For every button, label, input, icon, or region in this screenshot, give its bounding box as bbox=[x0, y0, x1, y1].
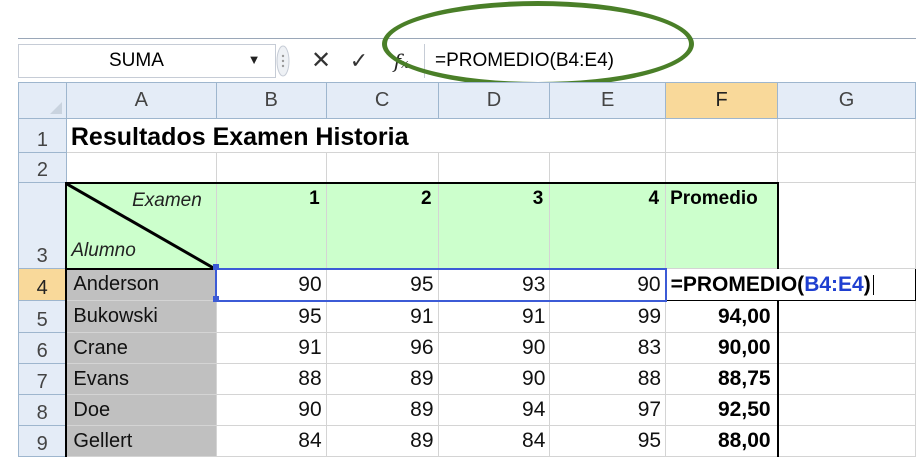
active-cell-editor[interactable]: =PROMEDIO(B4:E4) bbox=[665, 268, 916, 301]
student-name[interactable]: Bukowski bbox=[65, 300, 217, 333]
column-header-b[interactable]: B bbox=[215, 82, 327, 119]
insert-function-icon[interactable]: fx bbox=[384, 44, 418, 78]
score-cell[interactable]: 90 bbox=[437, 332, 551, 364]
average-cell[interactable]: 90,00 bbox=[665, 332, 779, 364]
select-all-corner[interactable] bbox=[18, 82, 67, 119]
chevron-down-icon[interactable]: ▼ bbox=[246, 52, 262, 68]
row-header-3[interactable]: 3 bbox=[18, 182, 67, 269]
exam-header-1[interactable]: 1 bbox=[215, 181, 327, 269]
column-header-c[interactable]: C bbox=[325, 82, 439, 119]
row-header-4[interactable]: 4 bbox=[18, 268, 67, 301]
formula-input[interactable]: =PROMEDIO(B4:E4) bbox=[424, 44, 916, 78]
column-header-d[interactable]: D bbox=[437, 82, 551, 119]
exam-header-3[interactable]: 3 bbox=[437, 181, 551, 269]
score-cell[interactable]: 94 bbox=[437, 394, 551, 426]
cell[interactable] bbox=[777, 394, 916, 426]
row-header-1[interactable]: 1 bbox=[18, 118, 67, 153]
exam-header-2[interactable]: 2 bbox=[325, 181, 439, 269]
cancel-icon[interactable]: ✕ bbox=[310, 46, 332, 76]
spreadsheet-grid: A B C D E F G 1 Resultados Examen Histor… bbox=[18, 82, 916, 458]
score-cell[interactable]: 84 bbox=[215, 425, 327, 457]
cell[interactable] bbox=[549, 118, 667, 153]
cell[interactable] bbox=[665, 152, 779, 183]
range-handle[interactable] bbox=[213, 296, 219, 302]
cell[interactable] bbox=[665, 118, 779, 153]
exam-header-4[interactable]: 4 bbox=[549, 181, 667, 269]
average-cell[interactable]: 88,75 bbox=[665, 363, 779, 395]
formula-reference: B4:E4 bbox=[804, 272, 864, 296]
row-header-8[interactable]: 8 bbox=[18, 394, 67, 426]
column-header-e[interactable]: E bbox=[549, 82, 667, 119]
score-cell[interactable]: 84 bbox=[437, 425, 551, 457]
score-cell[interactable]: 88 bbox=[215, 363, 327, 395]
row-header-6[interactable]: 6 bbox=[18, 332, 67, 364]
score-cell[interactable]: 90 bbox=[215, 394, 327, 426]
cell[interactable] bbox=[777, 300, 916, 333]
score-cell[interactable]: 97 bbox=[549, 394, 667, 426]
column-header-f[interactable]: F bbox=[665, 82, 779, 119]
row-header-2[interactable]: 2 bbox=[18, 152, 67, 183]
score-cell[interactable]: 93 bbox=[437, 267, 551, 302]
cell[interactable] bbox=[777, 118, 916, 153]
formula-bar-grip[interactable] bbox=[276, 44, 290, 78]
formula-prefix: =PROMEDIO( bbox=[670, 272, 805, 296]
cell[interactable] bbox=[777, 363, 916, 395]
column-header-a[interactable]: A bbox=[65, 82, 217, 119]
cell[interactable] bbox=[777, 425, 916, 457]
cell[interactable] bbox=[437, 152, 551, 183]
score-cell[interactable]: 90 bbox=[549, 267, 667, 302]
score-cell[interactable]: 89 bbox=[325, 394, 439, 426]
score-cell[interactable]: 95 bbox=[325, 267, 439, 302]
student-name[interactable]: Anderson bbox=[65, 268, 217, 301]
score-cell[interactable]: 99 bbox=[549, 300, 667, 333]
student-name[interactable]: Crane bbox=[65, 332, 217, 364]
cell[interactable] bbox=[777, 152, 916, 183]
score-cell[interactable]: 95 bbox=[215, 300, 327, 333]
average-cell[interactable]: 92,50 bbox=[665, 394, 779, 426]
row-header-5[interactable]: 5 bbox=[18, 300, 67, 333]
score-cell[interactable]: 96 bbox=[325, 332, 439, 364]
cell[interactable] bbox=[215, 152, 327, 183]
cell[interactable] bbox=[549, 152, 667, 183]
score-cell[interactable]: 89 bbox=[325, 425, 439, 457]
score-cell[interactable]: 90 bbox=[437, 363, 551, 395]
formula-suffix: ) bbox=[863, 272, 871, 296]
score-cell[interactable]: 83 bbox=[549, 332, 667, 364]
text-caret bbox=[872, 274, 874, 295]
score-cell[interactable]: 89 bbox=[325, 363, 439, 395]
score-cell[interactable]: 88 bbox=[549, 363, 667, 395]
score-cell[interactable]: 91 bbox=[215, 332, 327, 364]
score-cell[interactable]: 91 bbox=[437, 300, 551, 333]
header-alumno: Alumno bbox=[71, 239, 136, 261]
name-box[interactable]: SUMA bbox=[18, 44, 276, 78]
enter-check-icon[interactable]: ✓ bbox=[348, 46, 370, 76]
average-cell[interactable]: 94,00 bbox=[665, 300, 779, 333]
cell[interactable] bbox=[65, 152, 217, 183]
score-cell[interactable]: 91 bbox=[325, 300, 439, 333]
column-header-g[interactable]: G bbox=[777, 82, 916, 119]
student-name[interactable]: Doe bbox=[65, 394, 217, 426]
diagonal-header-cell[interactable]: Examen Alumno bbox=[65, 181, 217, 270]
cell[interactable] bbox=[325, 152, 439, 183]
student-name[interactable]: Gellert bbox=[65, 425, 217, 457]
row-header-9[interactable]: 9 bbox=[18, 425, 67, 457]
average-cell[interactable]: 88,00 bbox=[665, 425, 779, 457]
sheet-title[interactable]: Resultados Examen Historia bbox=[65, 118, 550, 153]
range-handle[interactable] bbox=[213, 264, 219, 270]
score-cell[interactable]: 90 bbox=[215, 267, 327, 302]
promedio-header[interactable]: Promedio bbox=[665, 181, 779, 269]
score-cell[interactable]: 95 bbox=[549, 425, 667, 457]
header-examen: Examen bbox=[132, 189, 202, 211]
student-name[interactable]: Evans bbox=[65, 363, 217, 395]
cell[interactable] bbox=[777, 332, 916, 364]
row-header-7[interactable]: 7 bbox=[18, 363, 67, 395]
cell[interactable] bbox=[777, 182, 916, 269]
